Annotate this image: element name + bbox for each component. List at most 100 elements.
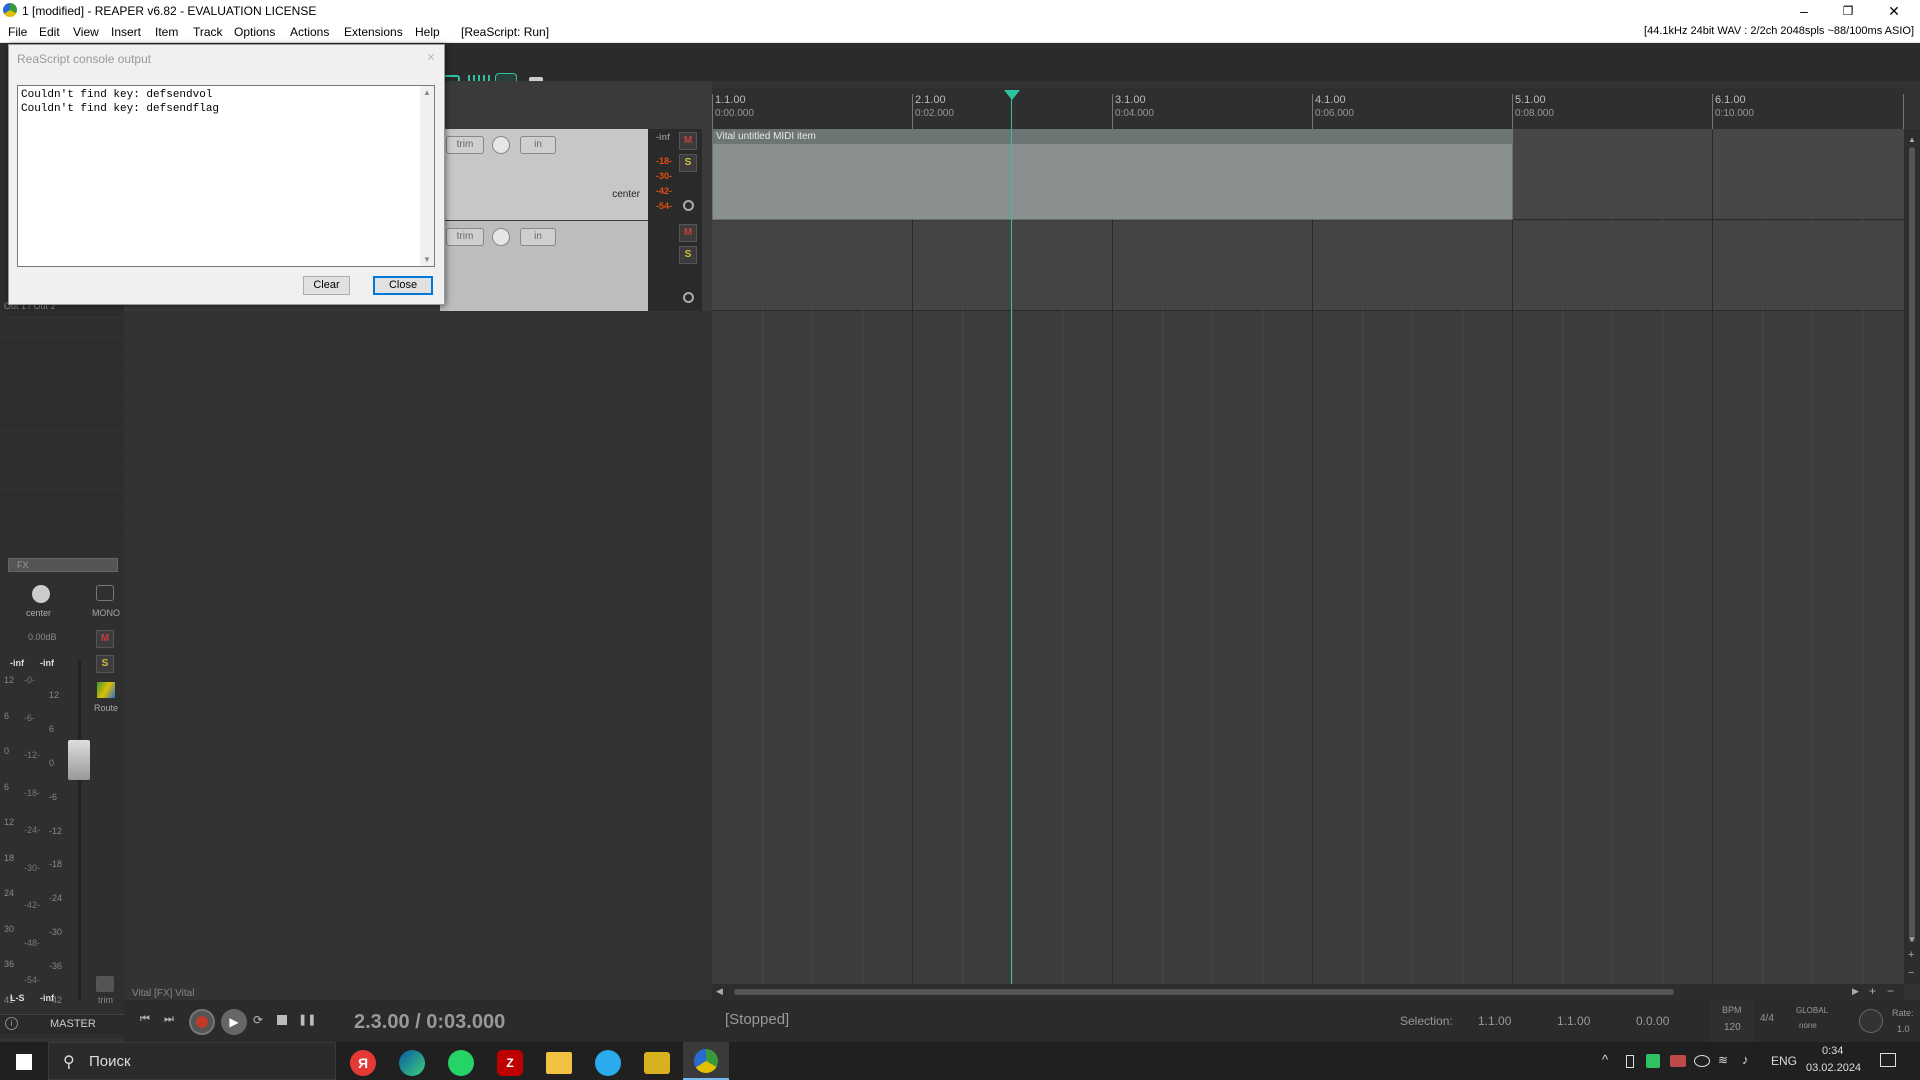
track-1-input-button[interactable]: in: [520, 136, 556, 154]
rate-knob[interactable]: [1859, 1009, 1883, 1033]
track-2-solo-button[interactable]: S: [679, 246, 697, 264]
track-1-trim-button[interactable]: trim: [446, 136, 484, 154]
menu-edit[interactable]: Edit: [39, 25, 60, 39]
global-automation-value[interactable]: none: [1799, 1021, 1817, 1030]
wifi-icon[interactable]: ≋: [1718, 1053, 1728, 1067]
stop-button[interactable]: [277, 1015, 287, 1025]
horizontal-scrollbar[interactable]: ◀ ▶ + −: [712, 984, 1904, 1000]
tray-chevron-icon[interactable]: ^: [1602, 1052, 1608, 1067]
whatsapp-icon[interactable]: [448, 1050, 474, 1076]
clock-date[interactable]: 03.02.2024: [1806, 1062, 1861, 1074]
master-trim-icon[interactable]: [96, 976, 114, 992]
zoom-in-v-icon[interactable]: +: [1908, 949, 1914, 961]
record-button[interactable]: [189, 1009, 215, 1035]
route-icon[interactable]: [97, 682, 115, 698]
audio-device-status[interactable]: [44.1kHz 24bit WAV : 2/2ch 2048spls ~88/…: [1644, 25, 1914, 37]
tray-app-icon[interactable]: [1670, 1055, 1686, 1067]
reaper-taskbar-button[interactable]: [683, 1042, 729, 1080]
zoom-out-h-icon[interactable]: −: [1887, 984, 1894, 998]
onedrive-icon[interactable]: [1694, 1055, 1710, 1067]
scroll-right-icon[interactable]: ▶: [1852, 986, 1859, 997]
language-indicator[interactable]: ENG: [1771, 1054, 1797, 1068]
track-1-solo-button[interactable]: S: [679, 154, 697, 172]
rate-value[interactable]: 1.0: [1897, 1024, 1910, 1034]
menu-item[interactable]: Item: [155, 25, 178, 39]
close-button[interactable]: ✕: [1872, 0, 1916, 22]
track-1-volume-knob[interactable]: [492, 136, 510, 154]
dialog-close-icon[interactable]: ✕: [424, 51, 438, 65]
scroll-down-icon[interactable]: ▼: [1908, 935, 1916, 944]
console-scroll-up-icon[interactable]: ▲: [423, 88, 431, 97]
master-name-bar[interactable]: i MASTER: [0, 1014, 124, 1034]
menu-track[interactable]: Track: [193, 25, 223, 39]
close-dialog-button[interactable]: Close: [373, 276, 433, 295]
telegram-icon[interactable]: [595, 1050, 621, 1076]
filezilla-icon[interactable]: Z: [497, 1050, 523, 1076]
clear-button[interactable]: Clear: [303, 276, 350, 295]
repeat-icon[interactable]: ⟳: [253, 1013, 263, 1027]
zoom-out-v-icon[interactable]: −: [1908, 967, 1914, 979]
master-solo-button[interactable]: S: [96, 655, 114, 673]
selection-end[interactable]: 1.1.00: [1557, 1014, 1590, 1028]
track-2-phase-icon[interactable]: [683, 292, 694, 303]
menu-extensions[interactable]: Extensions: [344, 25, 403, 39]
track-1-phase-icon[interactable]: [683, 200, 694, 211]
playhead-marker[interactable]: [1004, 90, 1020, 100]
arrange-view[interactable]: Vital untitled MIDI item: [712, 129, 1904, 984]
yandex-browser-icon[interactable]: Я: [350, 1050, 376, 1076]
track-2-controls[interactable]: trim in: [440, 221, 648, 311]
go-start-icon[interactable]: ⏮: [140, 1013, 150, 1026]
track-1-mute-button[interactable]: M: [679, 132, 697, 150]
master-route-label[interactable]: Route: [94, 703, 118, 713]
master-mute-button[interactable]: M: [96, 630, 114, 648]
master-info-icon[interactable]: i: [5, 1017, 18, 1030]
master-mono-icon[interactable]: [96, 585, 114, 601]
timeline-ruler[interactable]: 1.1.00 0:00.000 2.1.00 0:02.000 3.1.00 0…: [712, 88, 1904, 129]
zoom-in-h-icon[interactable]: +: [1869, 984, 1876, 998]
track-2-lane[interactable]: [712, 221, 1904, 311]
vertical-scroll-thumb[interactable]: [1909, 147, 1915, 942]
position-readout[interactable]: 2.3.00 / 0:03.000: [354, 1011, 505, 1034]
menu-insert[interactable]: Insert: [111, 25, 141, 39]
bpm-value[interactable]: 120: [1724, 1022, 1741, 1033]
menu-view[interactable]: View: [73, 25, 99, 39]
pause-button[interactable]: ❚❚: [298, 1013, 316, 1026]
app-folder-icon[interactable]: [644, 1052, 670, 1074]
restore-button[interactable]: ❐: [1826, 0, 1870, 22]
track-2-input-button[interactable]: in: [520, 228, 556, 246]
horizontal-scroll-thumb[interactable]: [734, 989, 1674, 995]
go-end-icon[interactable]: ⏭: [164, 1013, 174, 1026]
master-fader[interactable]: [68, 740, 90, 780]
notifications-icon[interactable]: [1880, 1053, 1896, 1067]
nvidia-icon[interactable]: [1646, 1054, 1660, 1068]
menu-options[interactable]: Options: [234, 25, 275, 39]
windows-start-icon[interactable]: [16, 1054, 32, 1070]
minimize-button[interactable]: –: [1782, 0, 1826, 22]
usb-icon[interactable]: [1626, 1055, 1634, 1068]
midi-item[interactable]: Vital untitled MIDI item: [712, 129, 1513, 220]
taskbar-search[interactable]: ⚲ Поиск: [48, 1042, 336, 1080]
scroll-up-icon[interactable]: ▲: [1908, 135, 1916, 144]
track-2-volume-knob[interactable]: [492, 228, 510, 246]
bpm-box[interactable]: BPM 120: [1710, 1000, 1754, 1042]
play-button[interactable]: ▶: [221, 1009, 247, 1035]
selection-start[interactable]: 1.1.00: [1478, 1014, 1511, 1028]
clock-time[interactable]: 0:34: [1822, 1045, 1843, 1057]
vertical-scrollbar[interactable]: ▲ ▼ + −: [1904, 129, 1920, 984]
console-output[interactable]: Couldn't find key: defsendvol Couldn't f…: [17, 85, 435, 267]
time-signature[interactable]: 4/4: [1760, 1013, 1774, 1024]
file-explorer-icon[interactable]: [546, 1052, 572, 1074]
master-mono-label[interactable]: MONO: [92, 608, 120, 618]
master-pan-knob[interactable]: [32, 585, 50, 603]
track-2-mute-button[interactable]: M: [679, 224, 697, 242]
menu-help[interactable]: Help: [415, 25, 440, 39]
console-scrollbar[interactable]: ▲ ▼: [420, 86, 434, 266]
menu-file[interactable]: File: [8, 25, 27, 39]
edge-browser-icon[interactable]: [399, 1050, 425, 1076]
track-1-controls[interactable]: trim in center: [440, 129, 648, 220]
console-scroll-down-icon[interactable]: ▼: [423, 255, 431, 264]
selection-length[interactable]: 0.0.00: [1636, 1014, 1669, 1028]
menu-actions[interactable]: Actions: [290, 25, 329, 39]
volume-icon[interactable]: ♪: [1742, 1052, 1749, 1067]
scroll-left-icon[interactable]: ◀: [716, 986, 723, 997]
